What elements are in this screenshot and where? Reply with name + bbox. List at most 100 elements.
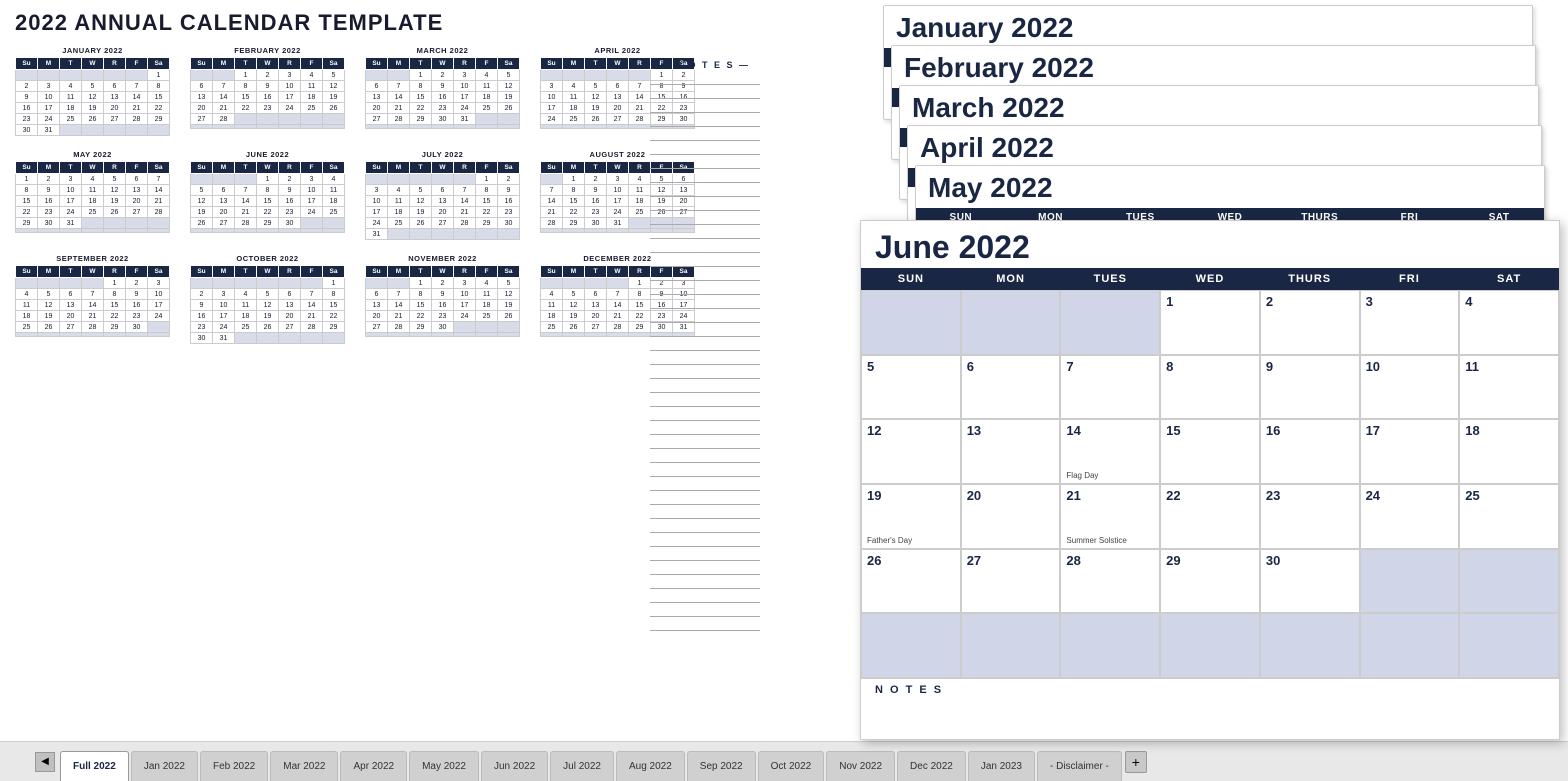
tab-jan-2023[interactable]: Jan 2023: [968, 751, 1035, 781]
day-cell: 11: [82, 185, 104, 196]
day-header: M: [388, 58, 410, 70]
tab-aug-2022[interactable]: Aug 2022: [616, 751, 685, 781]
day-cell: 5: [410, 185, 432, 196]
tab-mar-2022[interactable]: Mar 2022: [270, 751, 338, 781]
day-cell: 7: [82, 289, 104, 300]
day-cell: [60, 70, 82, 81]
day-cell: [104, 218, 126, 229]
fmc-cell: 12: [861, 419, 961, 484]
day-cell: 14: [213, 92, 235, 103]
day-cell: 7: [629, 81, 651, 92]
day-header: T: [585, 162, 607, 174]
day-cell: [235, 114, 257, 125]
fmc-header: MON: [961, 268, 1061, 290]
note-line: [650, 493, 760, 505]
note-line: [650, 577, 760, 589]
day-cell: 25: [541, 322, 563, 333]
note-line: [650, 157, 760, 169]
day-cell: 28: [82, 322, 104, 333]
day-cell: 5: [498, 278, 520, 289]
day-cell: 3: [38, 81, 60, 92]
day-cell: [629, 333, 651, 337]
day-cell: 13: [366, 300, 388, 311]
day-cell: 22: [476, 207, 498, 218]
tab-jan-2022[interactable]: Jan 2022: [131, 751, 198, 781]
day-cell: 21: [388, 103, 410, 114]
day-cell: 14: [301, 300, 323, 311]
notes-lines: [650, 73, 760, 631]
tab-full-2022[interactable]: Full 2022: [60, 751, 129, 781]
day-cell: [607, 278, 629, 289]
tab-jul-2022[interactable]: Jul 2022: [550, 751, 614, 781]
day-cell: 13: [60, 300, 82, 311]
fmc-day-number: 21: [1066, 488, 1154, 503]
day-cell: [104, 70, 126, 81]
day-cell: 8: [476, 185, 498, 196]
day-cell: 21: [388, 311, 410, 322]
day-header: M: [213, 266, 235, 278]
day-cell: 4: [323, 174, 345, 185]
day-cell: 30: [191, 333, 213, 344]
day-cell: [366, 333, 388, 337]
note-line: [650, 465, 760, 477]
day-cell: [60, 125, 82, 136]
day-cell: 15: [257, 196, 279, 207]
day-cell: 27: [366, 322, 388, 333]
full-month-grid: 1234567891011121314Flag Day1516171819Fat…: [861, 290, 1559, 678]
day-cell: [432, 125, 454, 129]
day-cell: 25: [301, 103, 323, 114]
notes-label: N O T E S: [861, 678, 1559, 701]
day-cell: 30: [432, 114, 454, 125]
fmc-cell: [1459, 549, 1559, 614]
day-cell: 1: [148, 70, 170, 81]
day-cell: 25: [323, 207, 345, 218]
add-tab-button[interactable]: +: [1125, 751, 1147, 773]
day-cell: [301, 125, 323, 129]
day-cell: 22: [104, 311, 126, 322]
day-cell: 16: [585, 196, 607, 207]
day-cell: [366, 125, 388, 129]
day-cell: 12: [82, 92, 104, 103]
day-cell: 25: [629, 207, 651, 218]
fmc-day-number: 17: [1366, 423, 1454, 438]
tab---disclaimer--[interactable]: - Disclaimer -: [1037, 751, 1122, 781]
day-cell: 27: [366, 114, 388, 125]
fmc-day-number: 15: [1166, 423, 1254, 438]
day-cell: [323, 218, 345, 229]
tab-jun-2022[interactable]: Jun 2022: [481, 751, 548, 781]
day-cell: 18: [82, 196, 104, 207]
mini-cal-september-2022: SEPTEMBER 2022SuMTWRFSa12345678910111213…: [15, 254, 170, 344]
tab-nov-2022[interactable]: Nov 2022: [826, 751, 895, 781]
day-header: F: [301, 58, 323, 70]
fmc-day-number: 14: [1066, 423, 1154, 438]
note-line: [650, 437, 760, 449]
day-cell: 22: [16, 207, 38, 218]
day-cell: 25: [476, 311, 498, 322]
note-line: [650, 591, 760, 603]
day-cell: 13: [366, 92, 388, 103]
tab-feb-2022[interactable]: Feb 2022: [200, 751, 268, 781]
day-cell: 24: [38, 114, 60, 125]
day-cell: 30: [585, 218, 607, 229]
day-cell: 29: [410, 114, 432, 125]
tab-dec-2022[interactable]: Dec 2022: [897, 751, 966, 781]
tab-may-2022[interactable]: May 2022: [409, 751, 479, 781]
day-cell: [213, 125, 235, 129]
day-cell: [541, 278, 563, 289]
tab-sep-2022[interactable]: Sep 2022: [687, 751, 756, 781]
day-cell: 19: [104, 196, 126, 207]
day-cell: 26: [498, 311, 520, 322]
tab-nav-left[interactable]: ◀: [35, 752, 55, 772]
day-cell: [629, 229, 651, 233]
day-cell: 15: [629, 300, 651, 311]
tab-apr-2022[interactable]: Apr 2022: [340, 751, 407, 781]
tab-oct-2022[interactable]: Oct 2022: [758, 751, 825, 781]
day-cell: 20: [191, 103, 213, 114]
note-line: [650, 535, 760, 547]
day-cell: 5: [498, 70, 520, 81]
day-cell: 27: [126, 207, 148, 218]
day-cell: [38, 229, 60, 233]
day-cell: [563, 229, 585, 233]
day-cell: 19: [563, 311, 585, 322]
day-cell: 14: [388, 92, 410, 103]
